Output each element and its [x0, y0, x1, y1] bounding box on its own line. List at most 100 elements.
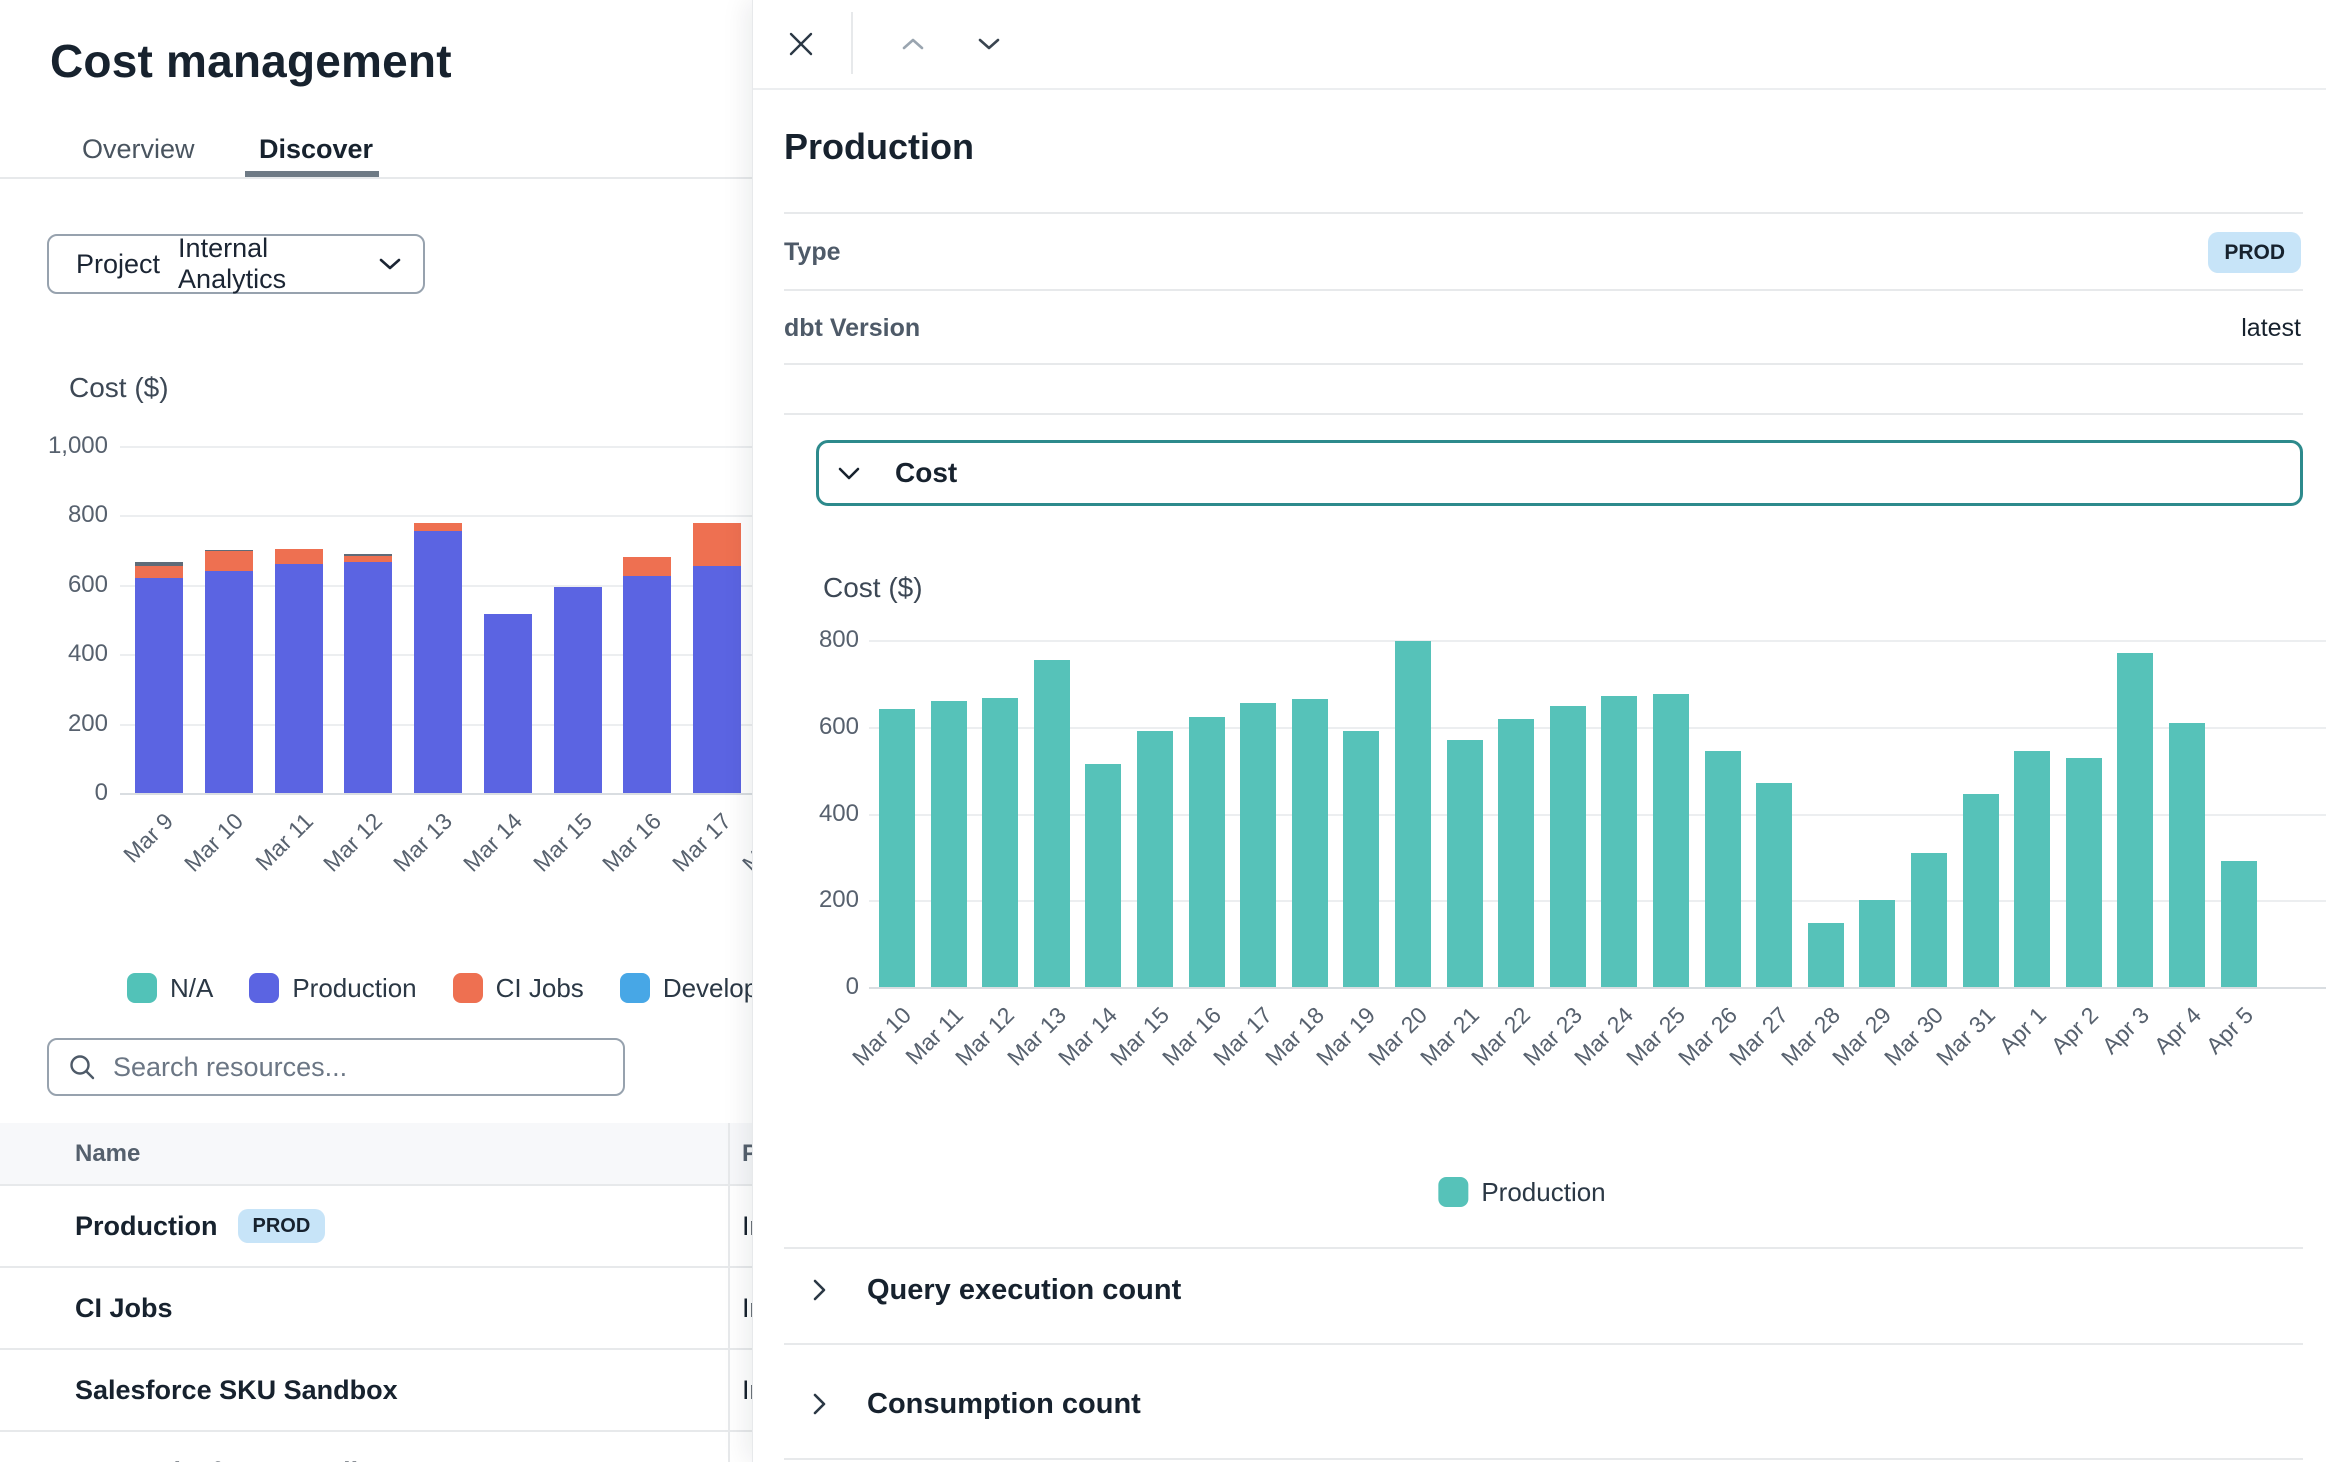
bar-segment-production	[1137, 731, 1173, 987]
bar-segment-production	[344, 562, 392, 793]
bar-segment-production	[2014, 751, 2050, 987]
legend-label: Production	[1481, 1177, 1605, 1208]
divider	[784, 1247, 2303, 1249]
next-item-button[interactable]	[967, 22, 1011, 66]
table-column-divider	[728, 1123, 730, 1462]
bar-segment-production	[1963, 794, 1999, 987]
left-panel: Cost management Overview Discover Projec…	[0, 0, 752, 1462]
chevron-down-icon	[377, 256, 403, 272]
resource-name-cell: Salesforce SKU Sandbox	[75, 1350, 398, 1430]
legend-swatch	[620, 973, 650, 1003]
table-row[interactable]: Salesforce SKU SandboxIn	[0, 1350, 752, 1432]
bar-segment-production	[1189, 717, 1225, 987]
bar-segment-production	[623, 576, 671, 793]
bar-segment-production	[2117, 653, 2153, 987]
cost-management-page: Cost management Overview Discover Projec…	[0, 0, 2326, 1462]
type-badge: PROD	[2208, 232, 2301, 273]
legend-swatch	[1438, 1177, 1468, 1207]
column-header-name: Name	[75, 1123, 140, 1184]
gridline	[869, 727, 2326, 729]
y-axis-tick-label: 600	[0, 570, 108, 600]
gridline	[120, 446, 752, 448]
close-button[interactable]	[779, 22, 823, 66]
bar-segment-production	[1756, 783, 1792, 987]
search-input[interactable]: Search resources...	[47, 1038, 625, 1096]
bar-segment-production	[2066, 758, 2102, 987]
table-header-row: Name P	[0, 1123, 752, 1186]
resource-name: Salesforce SKU Sandbox	[75, 1375, 398, 1406]
table-row[interactable]: CI JobsIn	[0, 1268, 752, 1350]
chevron-right-icon	[812, 1392, 827, 1416]
tab-discover[interactable]: Discover	[259, 128, 373, 170]
gridline	[869, 987, 2326, 989]
section-query-execution-count[interactable]: Query execution count	[784, 1254, 2303, 1326]
drawer-title: Production	[784, 126, 974, 168]
bar-segment-production	[1447, 740, 1483, 987]
y-axis-tick-label: 800	[753, 625, 859, 655]
bar-segment-ci-jobs	[275, 549, 323, 564]
y-axis-tick-label: 0	[753, 972, 859, 1002]
bar-segment-production	[1550, 706, 1586, 987]
divider	[784, 1343, 2303, 1345]
project-filter-value: Internal Analytics	[178, 233, 359, 295]
drawer-chart-legend: Production	[1438, 1176, 1641, 1208]
bar-segment-production	[1034, 660, 1070, 987]
bar-segment-n-a	[135, 562, 183, 566]
dbt-version-value: latest	[2241, 314, 2301, 343]
bar-segment-production	[1343, 731, 1379, 987]
resource-name-cell: CI Jobs	[75, 1268, 173, 1348]
legend-swatch	[249, 973, 279, 1003]
bar-segment-production	[1911, 853, 1947, 987]
divider	[784, 363, 2303, 365]
bar-segment-production	[2221, 861, 2257, 987]
page-title: Cost management	[50, 34, 452, 88]
divider	[784, 212, 2303, 214]
close-icon	[786, 29, 816, 59]
bar-segment-ci-jobs	[135, 566, 183, 578]
bar-segment-production	[1601, 696, 1637, 987]
cost-section-header[interactable]: Cost	[816, 440, 2303, 506]
bar-segment-production	[484, 614, 532, 793]
section-consumption-count[interactable]: Consumption count	[784, 1368, 2303, 1440]
previous-item-button[interactable]	[891, 22, 935, 66]
divider	[784, 1458, 2303, 1460]
bar-segment-ci-jobs	[205, 551, 253, 571]
tab-overview[interactable]: Overview	[82, 128, 195, 170]
legend-item-production: Production	[249, 973, 416, 1004]
bar-segment-production	[2169, 723, 2205, 987]
cost-by-environment-chart: 1,0008006004002000Mar 9Mar 10Mar 11Mar 1…	[0, 446, 752, 906]
bar-segment-production	[1292, 699, 1328, 987]
chevron-down-icon	[837, 466, 861, 481]
chevron-down-icon	[977, 37, 1001, 51]
toolbar-divider	[851, 12, 853, 74]
resource-name: CI Jobs	[75, 1293, 173, 1324]
bar-segment-production	[205, 571, 253, 793]
toolbar-bottom-divider	[753, 88, 2326, 90]
legend-swatch	[453, 973, 483, 1003]
legend-label: Production	[292, 973, 416, 1004]
bar-segment-production	[275, 564, 323, 793]
legend-label: N/A	[170, 973, 213, 1004]
bar-segment-production	[135, 578, 183, 793]
bar-segment-ci-jobs	[414, 523, 462, 531]
cost-section-label: Cost	[895, 457, 957, 489]
bar-segment-production	[1653, 694, 1689, 987]
divider	[784, 289, 2303, 291]
detail-drawer: Production Type PROD dbt Version latest …	[752, 0, 2326, 1462]
project-filter-dropdown[interactable]: Project Internal Analytics	[47, 234, 425, 294]
search-placeholder: Search resources...	[113, 1052, 347, 1083]
legend-swatch	[127, 973, 157, 1003]
bar-segment-production	[414, 531, 462, 793]
table-row[interactable]: ProductionPRODIn	[0, 1186, 752, 1268]
y-axis-tick-label: 400	[753, 799, 859, 829]
bar-segment-production	[1705, 751, 1741, 987]
resource-name-cell: ProductionPROD	[75, 1186, 325, 1266]
field-label-type: Type	[784, 238, 841, 267]
bar-segment-production	[1240, 703, 1276, 987]
bar-segment-production	[879, 709, 915, 987]
bar-segment-ci-jobs	[344, 556, 392, 562]
table-body: ProductionPRODInCI JobsInSalesforce SKU …	[0, 1186, 752, 1462]
bar-segment-production	[1498, 719, 1534, 987]
chevron-right-icon	[812, 1278, 827, 1302]
table-row[interactable]: GBP Salesforce SandboxIn	[0, 1432, 752, 1462]
